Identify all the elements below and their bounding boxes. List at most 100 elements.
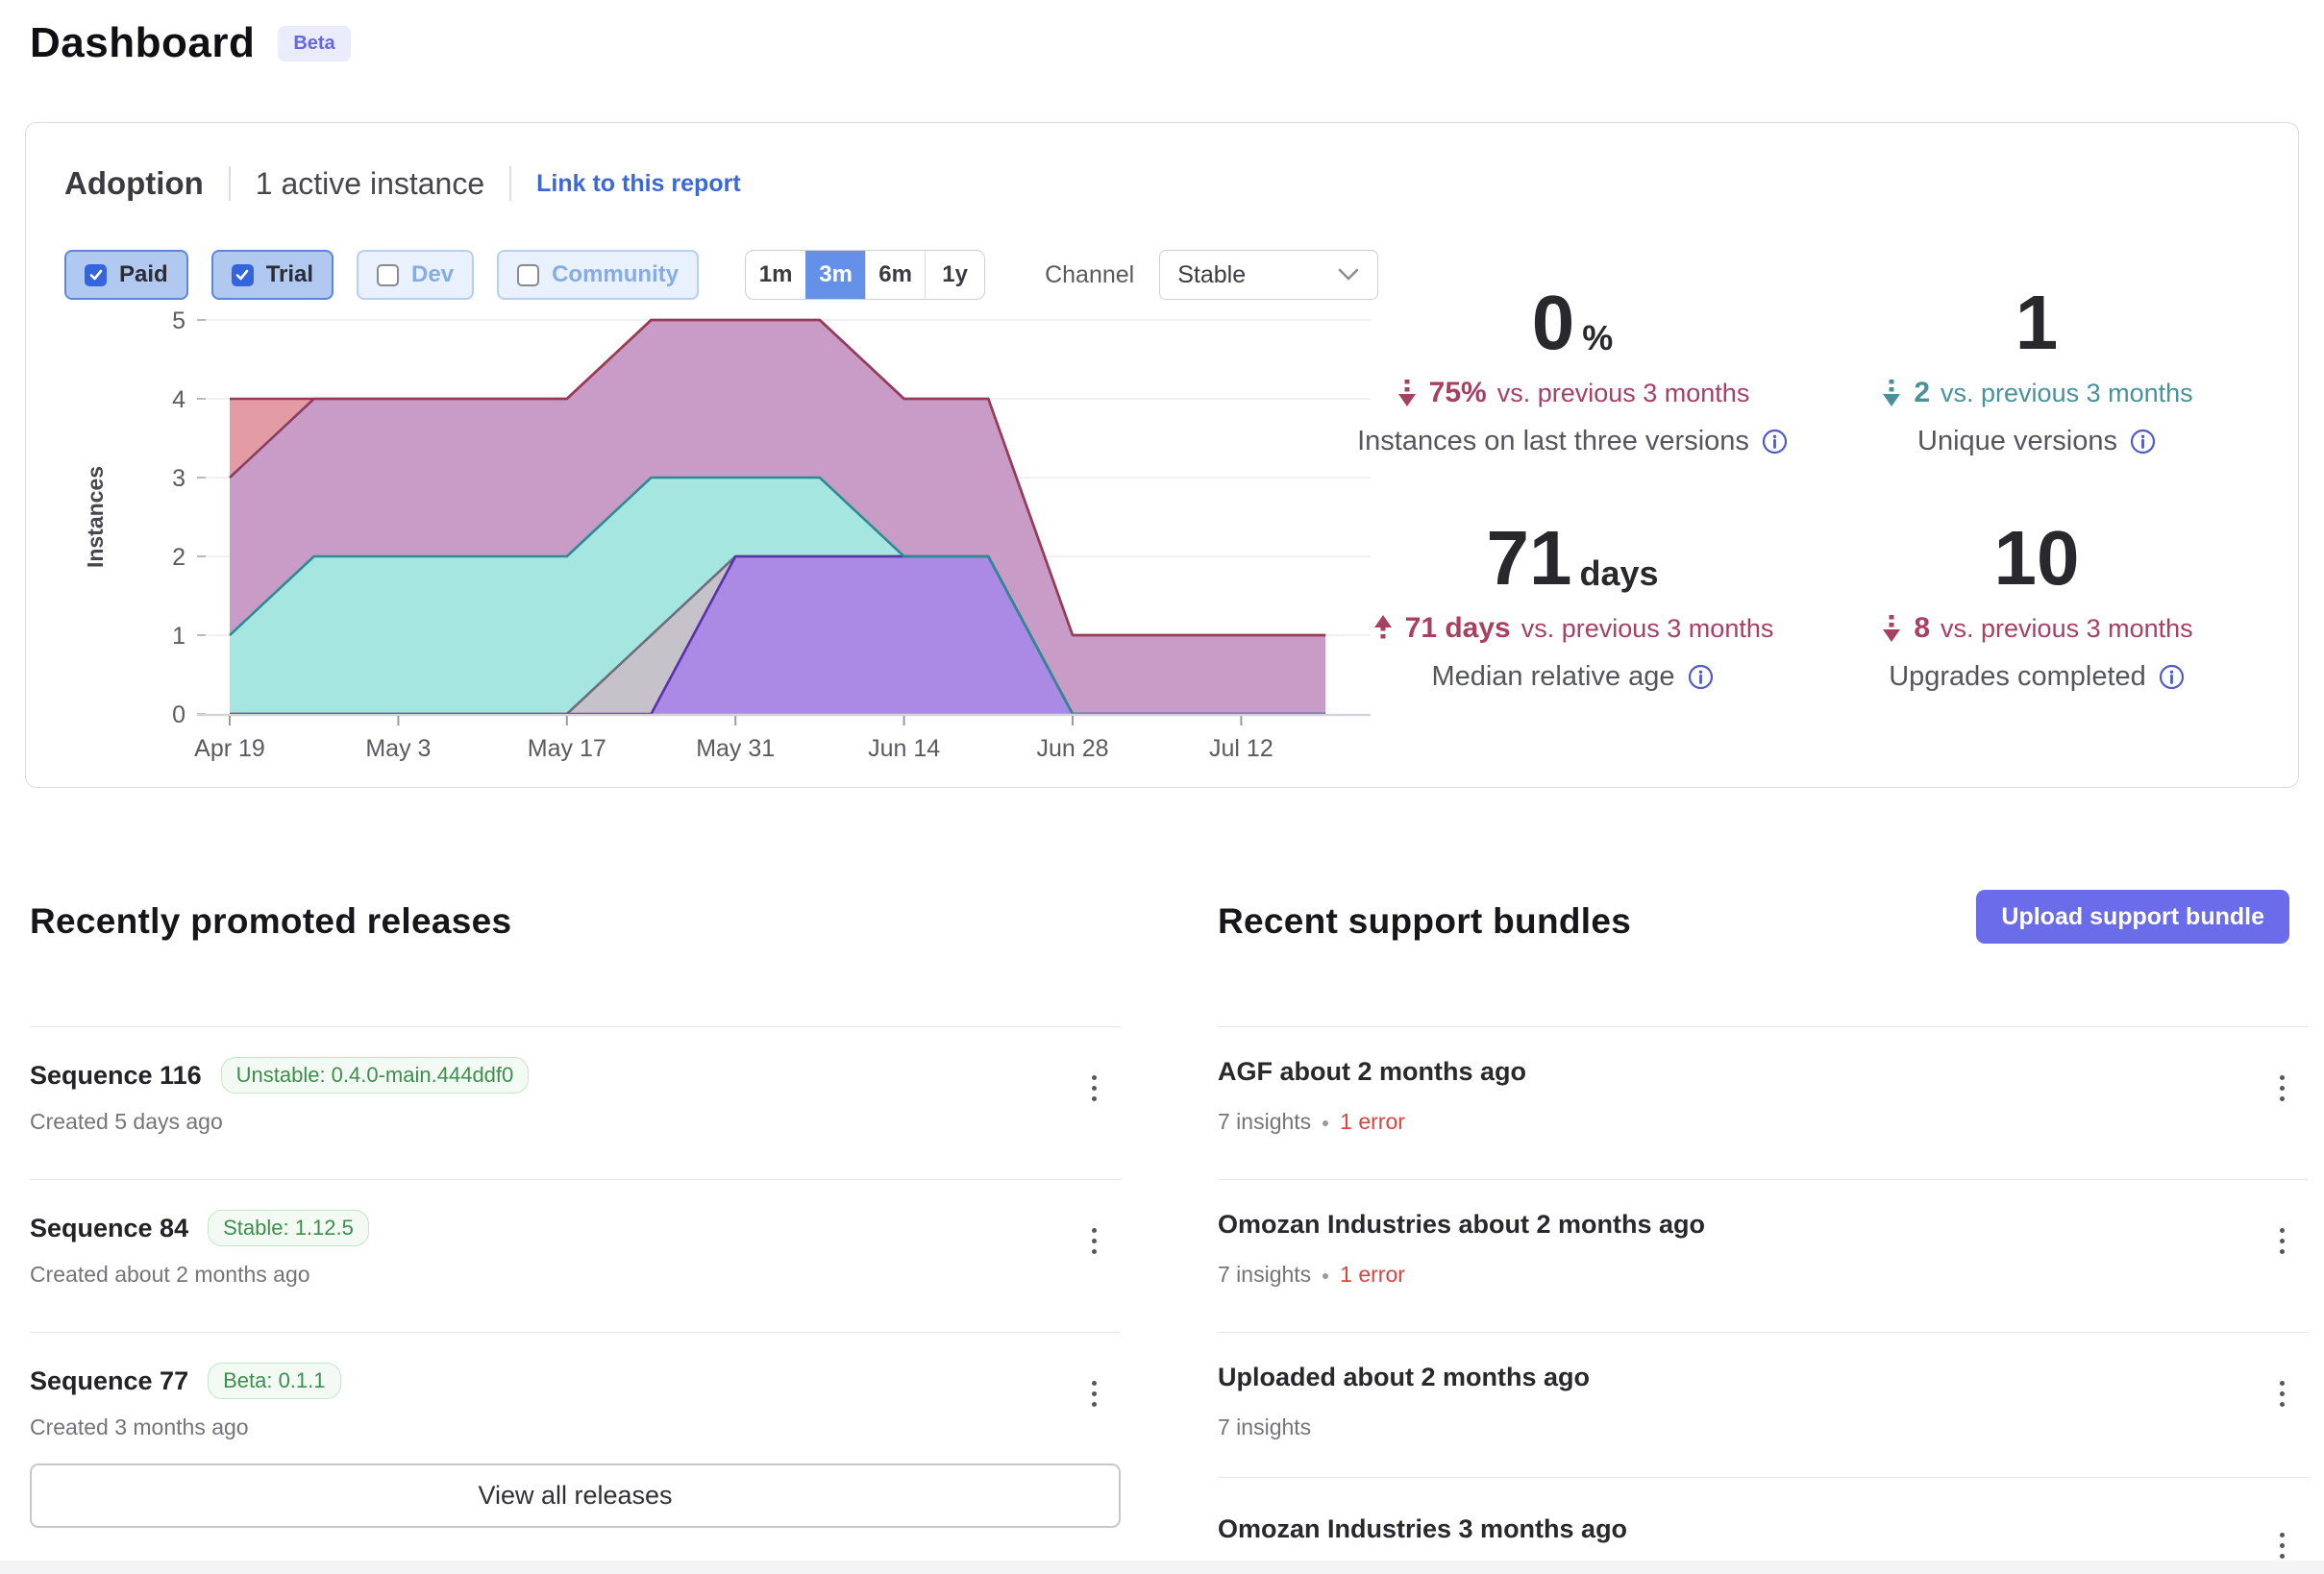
link-to-report[interactable]: Link to this report [536, 170, 741, 198]
chevron-down-icon [1337, 268, 1360, 282]
release-sequence: Sequence 77 [30, 1366, 188, 1396]
stat-label-text: Median relative age [1431, 661, 1674, 693]
release-channel-badge: Beta: 0.1.1 [208, 1363, 340, 1399]
stat-change-value: 8 [1914, 612, 1930, 645]
row-divider [1218, 1332, 2309, 1333]
range-3m[interactable]: 3m [805, 251, 865, 299]
trend-up-icon [1372, 612, 1395, 645]
bundle-row-title: Omozan Industries 3 months ago [1218, 1514, 1627, 1544]
info-icon[interactable] [2159, 664, 2185, 690]
kebab-dot [1092, 1075, 1097, 1080]
license-filter-dev[interactable]: Dev [357, 250, 474, 300]
bundle-row-menu-button[interactable] [2262, 1370, 2301, 1416]
stat-value: 0% [1532, 284, 1614, 361]
license-filter-community[interactable]: Community [497, 250, 699, 300]
active-instance-count: 1 active instance [256, 166, 484, 202]
kebab-dot [2280, 1533, 2285, 1537]
bundle-title: Omozan Industries about 2 months ago [1218, 1210, 1705, 1240]
bundle-meta: 7 insights1 error [1218, 1262, 1405, 1288]
license-filter-trial[interactable]: Trial [211, 250, 334, 300]
stat-change-suffix: vs. previous 3 months [1941, 379, 2193, 408]
release-sequence: Sequence 84 [30, 1214, 188, 1243]
stat-label: Instances on last three versions [1357, 426, 1788, 457]
filter-label: Trial [266, 261, 313, 288]
stat-number: 0 [1532, 284, 1575, 361]
channel-label: Channel [1045, 261, 1134, 289]
kebab-dot [1092, 1086, 1097, 1091]
adoption-card-header: Adoption 1 active instance Link to this … [64, 165, 741, 202]
stat-label: Upgrades completed [1889, 661, 2185, 693]
kebab-dot [2280, 1554, 2285, 1559]
bundle-row-title: Omozan Industries about 2 months ago [1218, 1210, 1705, 1240]
kebab-dot [1092, 1402, 1097, 1407]
release-row-menu-button[interactable] [1075, 1370, 1113, 1416]
bundle-title: AGF about 2 months ago [1218, 1057, 1526, 1087]
stat-change-suffix: vs. previous 3 months [1521, 614, 1774, 644]
info-icon[interactable] [1688, 664, 1714, 690]
kebab-dot [2280, 1391, 2285, 1396]
kebab-dot [2280, 1075, 2285, 1080]
bundle-title: Uploaded about 2 months ago [1218, 1363, 1590, 1392]
y-tick-label: 0 [172, 701, 185, 728]
stat-label-text: Upgrades completed [1889, 661, 2146, 693]
kebab-dot [2280, 1239, 2285, 1243]
stat-unique-versions: 1 2vs. previous 3 months Unique versions [1787, 284, 2287, 457]
filter-label: Paid [119, 261, 168, 288]
x-tick-label: May 3 [365, 735, 431, 762]
kebab-dot [1092, 1096, 1097, 1101]
stat-change: 75%vs. previous 3 months [1396, 377, 1750, 409]
bundle-row-title: AGF about 2 months ago [1218, 1057, 1526, 1087]
stat-instances-on-last-three-versions: 0% 75%vs. previous 3 months Instances on l… [1323, 284, 1822, 457]
kebab-dot [2280, 1402, 2285, 1407]
releases-section: Recently promoted releases Sequence 116U… [30, 901, 1121, 1574]
y-tick-label: 4 [172, 386, 185, 413]
bundle-row-title: Uploaded about 2 months ago [1218, 1363, 1590, 1392]
stat-value: 1 [2015, 284, 2059, 361]
release-row-menu-button[interactable] [1075, 1065, 1113, 1111]
release-channel-badge: Stable: 1.12.5 [208, 1210, 369, 1246]
beta-badge: Beta [278, 26, 350, 61]
range-6m[interactable]: 6m [865, 251, 925, 299]
release-row-menu-button[interactable] [1075, 1217, 1113, 1264]
bundle-row-menu-button[interactable] [2262, 1217, 2301, 1264]
x-tick-label: Jun 28 [1036, 735, 1108, 762]
info-icon[interactable] [2130, 429, 2156, 455]
stat-unit: % [1582, 321, 1613, 361]
separator [229, 166, 231, 201]
x-tick-label: May 17 [528, 735, 606, 762]
range-1m[interactable]: 1m [746, 251, 805, 299]
adoption-card: Adoption 1 active instance Link to this … [25, 122, 2299, 788]
kebab-dot [2280, 1228, 2285, 1233]
license-filter-paid[interactable]: Paid [64, 250, 188, 300]
trend-down-icon [1396, 377, 1419, 409]
release-row-title: Sequence 77 Beta: 0.1.1 [30, 1363, 341, 1399]
stat-label: Unique versions [1917, 426, 2156, 457]
checkbox-icon [377, 264, 399, 286]
row-divider [30, 1179, 1121, 1180]
meta-dot [1323, 1120, 1328, 1126]
stat-change: 71 daysvs. previous 3 months [1372, 612, 1774, 645]
trend-down-icon [1880, 377, 1903, 409]
range-1y[interactable]: 1y [925, 251, 984, 299]
bundle-insights: 7 insights [1218, 1414, 1311, 1439]
bundle-meta: 7 insights [1218, 1414, 1311, 1440]
stat-change: 2vs. previous 3 months [1880, 377, 2192, 409]
checkbox-icon [232, 264, 254, 286]
stat-label: Median relative age [1431, 661, 1713, 693]
bundle-row-menu-button[interactable] [2262, 1065, 2301, 1111]
bundle-insights: 7 insights [1218, 1262, 1311, 1287]
adoption-area-chart: 012345Apr 19May 3May 17May 31Jun 14Jun 2… [59, 308, 1385, 770]
info-icon[interactable] [1762, 429, 1788, 455]
release-created: Created 3 months ago [30, 1414, 249, 1440]
kebab-dot [2280, 1543, 2285, 1548]
upload-support-bundle-button[interactable]: Upload support bundle [1976, 890, 2289, 944]
kebab-dot [1092, 1239, 1097, 1243]
kebab-dot [2280, 1381, 2285, 1386]
stat-number: 1 [2015, 284, 2059, 361]
kebab-dot [1092, 1381, 1097, 1386]
filter-row: PaidTrialDevCommunity 1m3m6m1y Channel S… [64, 250, 1378, 300]
view-all-releases-button[interactable]: View all releases [30, 1463, 1121, 1528]
row-divider [1218, 1026, 2309, 1027]
page-header: Dashboard Beta [30, 19, 351, 67]
bundle-meta: 7 insights1 error [1218, 1109, 1405, 1135]
